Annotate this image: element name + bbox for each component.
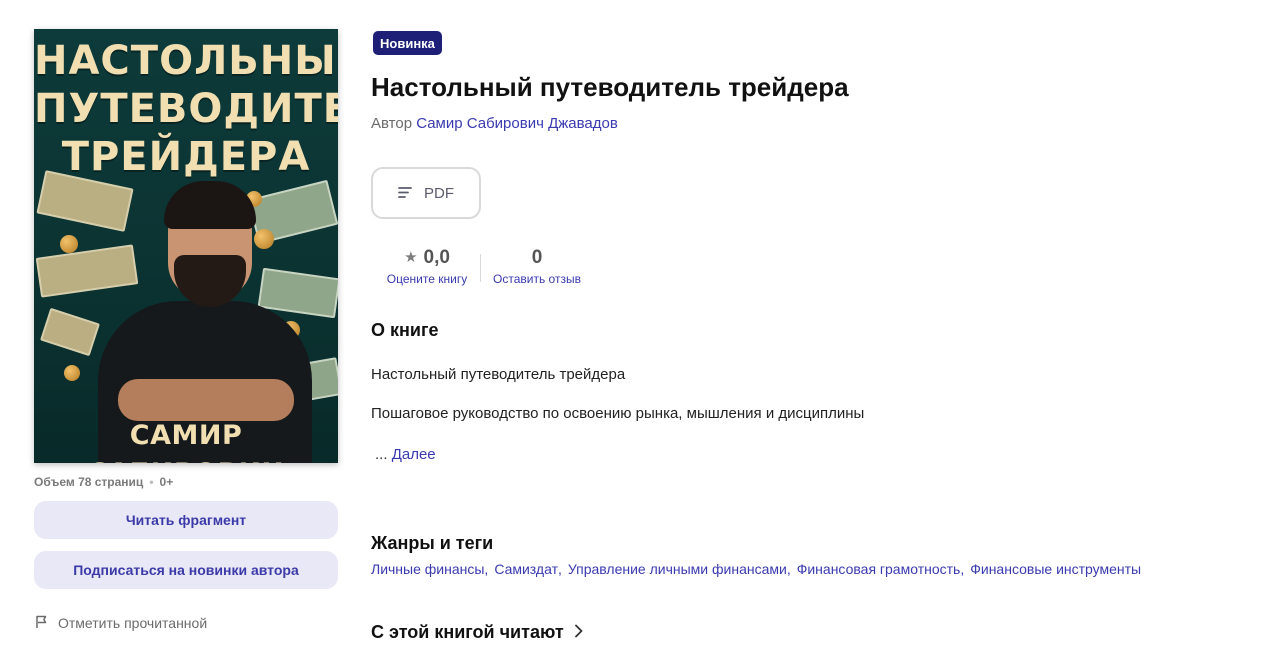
genre-tag[interactable]: Самиздат — [494, 561, 558, 577]
chevron-right-icon — [574, 622, 584, 643]
format-pdf-button[interactable]: PDF — [371, 167, 481, 219]
tag-separator: , — [960, 561, 965, 577]
new-badge: Новинка — [373, 31, 442, 55]
tag-separator: , — [557, 561, 562, 577]
genre-tag[interactable]: Финансовая грамотность — [797, 561, 961, 577]
book-title: Настольный путеводитель трейдера — [371, 72, 849, 102]
rating-value: 0,0 — [423, 247, 450, 268]
reviews-value: 0 — [531, 247, 543, 268]
leave-review-link[interactable]: Оставить отзыв — [484, 271, 590, 287]
cover-figure-hair — [164, 181, 256, 229]
flag-icon — [34, 614, 50, 633]
stat-divider — [480, 254, 481, 282]
rating-value-row: ★ 0,0 — [377, 246, 477, 270]
document-icon — [398, 186, 412, 200]
genres-heading: Жанры и теги — [371, 533, 494, 553]
star-icon: ★ — [404, 249, 418, 266]
cover-title-line: ТРЕЙДЕРА — [61, 134, 311, 180]
read-more: ... Далее — [375, 446, 436, 463]
book-meta: Объем 78 страниц • 0+ — [34, 474, 173, 490]
author-line: Автор Самир Сабирович Джавадов — [371, 115, 618, 132]
cover-banknote — [40, 307, 100, 357]
mark-read-button[interactable]: Отметить прочитанной — [34, 613, 207, 633]
reviews-stat[interactable]: 0 Оставить отзыв — [484, 246, 590, 287]
book-cover[interactable]: НАСТОЛЬНЫЙ ПУТЕВОДИТЕЛЬ ТРЕЙДЕРА САМИР С… — [34, 29, 338, 463]
cover-title: НАСТОЛЬНЫЙ ПУТЕВОДИТЕЛЬ ТРЕЙДЕРА — [34, 37, 338, 181]
cover-figure-beard — [174, 255, 246, 307]
author-prefix: Автор — [371, 115, 413, 132]
subscribe-author-button[interactable]: Подписаться на новинки автора — [34, 551, 338, 589]
read-more-link[interactable]: Далее — [392, 446, 436, 463]
genre-tags: Личные финансы, Самиздат, Управление лич… — [371, 561, 1141, 577]
read-fragment-button[interactable]: Читать фрагмент — [34, 501, 338, 539]
cover-title-line: НАСТОЛЬНЫЙ — [34, 38, 338, 84]
rating-stat[interactable]: ★ 0,0 Оцените книгу — [377, 246, 477, 287]
cover-coin — [60, 235, 78, 253]
ellipsis: ... — [375, 446, 388, 463]
cover-author: САМИР САБИРОВИЧ — [88, 420, 284, 463]
cover-figure-arms — [118, 379, 294, 421]
genre-tag[interactable]: Финансовые инструменты — [970, 561, 1141, 577]
meta-separator: • — [149, 475, 154, 489]
page-count: Объем 78 страниц — [34, 475, 144, 489]
author-link[interactable]: Самир Сабирович Джавадов — [416, 115, 618, 132]
format-label: PDF — [424, 184, 454, 202]
cover-title-line: ПУТЕВОДИТЕЛЬ — [34, 86, 338, 132]
also-read-label: С этой книгой читают — [371, 622, 564, 642]
cover-coin — [254, 229, 274, 249]
about-text-line: Настольный путеводитель трейдера — [371, 366, 626, 383]
genre-tag[interactable]: Личные финансы — [371, 561, 484, 577]
genre-tag[interactable]: Управление личными финансами — [568, 561, 787, 577]
about-heading: О книге — [371, 320, 439, 340]
about-text-line: Пошаговое руководство по освоению рынка,… — [371, 405, 865, 422]
reviews-value-row: 0 — [484, 246, 590, 270]
mark-read-label: Отметить прочитанной — [58, 615, 208, 631]
also-read-heading[interactable]: С этой книгой читают — [371, 622, 584, 643]
age-rating: 0+ — [159, 475, 174, 489]
cover-banknote — [35, 244, 139, 298]
tag-separator: , — [786, 561, 791, 577]
tag-separator: , — [484, 561, 489, 577]
rate-book-link[interactable]: Оцените книгу — [377, 271, 477, 287]
cover-coin — [64, 365, 80, 381]
